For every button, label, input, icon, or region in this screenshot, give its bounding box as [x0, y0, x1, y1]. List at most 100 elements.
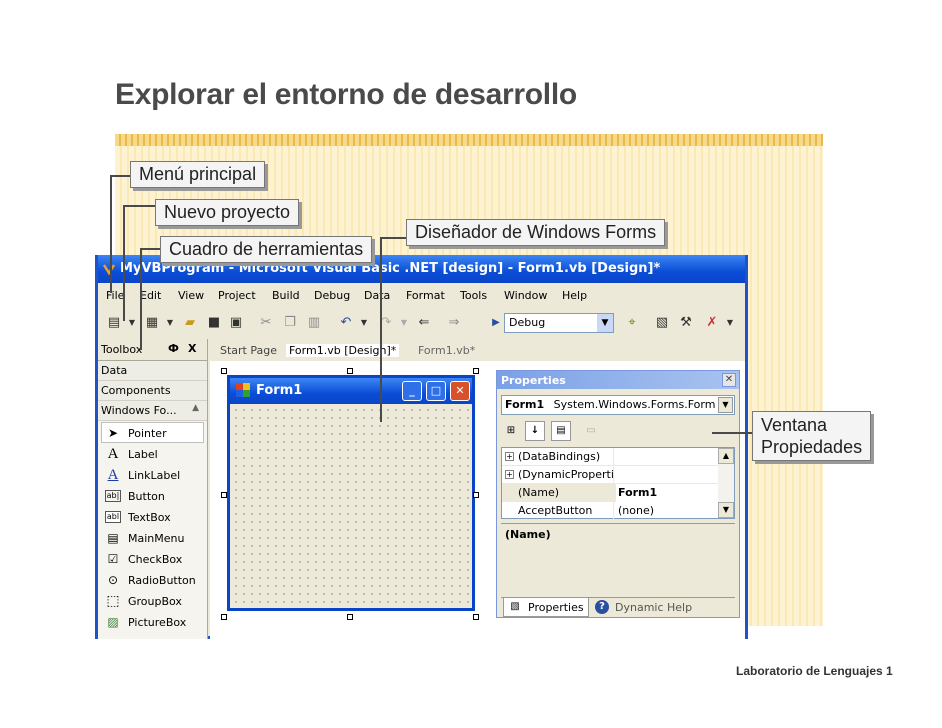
mainmenu-icon: ▤ [107, 531, 119, 545]
close-icon[interactable]: ✕ [722, 373, 736, 387]
toolbox-item-label[interactable]: A Label [98, 444, 207, 465]
item-label: LinkLabel [128, 469, 181, 482]
property-grid-scrollbar[interactable]: ▲ ▼ [718, 448, 734, 518]
toolbox-item-button[interactable]: ab| Button [98, 486, 207, 507]
callout-properties-window: Ventana Propiedades [752, 411, 872, 461]
toolbox-item-radiobutton[interactable]: ⊙ RadioButton [98, 570, 207, 591]
menu-view[interactable]: View [178, 289, 204, 302]
object-selector[interactable]: Form1 System.Windows.Forms.Form ▼ [501, 395, 735, 415]
cut-icon[interactable]: ✂ [258, 315, 274, 331]
toolbox-category-data[interactable]: Data [98, 361, 207, 381]
save-all-icon[interactable]: ▣ [228, 315, 244, 331]
navigate-forward-icon[interactable]: ⇒ [446, 315, 462, 331]
item-label: MainMenu [128, 532, 185, 545]
solution-explorer-icon[interactable]: ▧ [654, 315, 670, 331]
tab-start-page[interactable]: Start Page [220, 344, 277, 357]
toolbar-options-dropdown-icon[interactable]: ▼ [722, 315, 738, 331]
toolbox-window-icon[interactable]: ✗ [704, 315, 720, 331]
form-design-surface[interactable] [230, 404, 472, 608]
property-value[interactable]: (none) [616, 502, 718, 520]
save-icon[interactable]: ■ [206, 315, 222, 331]
menu-build[interactable]: Build [272, 289, 300, 302]
menu-edit[interactable]: Edit [140, 289, 161, 302]
alphabetical-icon[interactable]: ↓ [525, 421, 545, 441]
property-row[interactable]: (Name) Form1 [502, 484, 718, 502]
maximize-icon[interactable]: □ [426, 381, 446, 401]
menu-data[interactable]: Data [364, 289, 390, 302]
property-row[interactable]: AcceptButton (none) [502, 502, 718, 520]
menu-help[interactable]: Help [562, 289, 587, 302]
toolbox-item-linklabel[interactable]: A LinkLabel [98, 465, 207, 486]
menu-file[interactable]: File [106, 289, 124, 302]
close-icon[interactable]: ✕ [450, 381, 470, 401]
property-row[interactable]: + (DynamicPropertie [502, 466, 718, 484]
paste-icon[interactable]: ▥ [306, 315, 322, 331]
add-item-icon[interactable]: ▦ [144, 315, 160, 331]
properties-window-icon[interactable]: ⚒ [678, 315, 694, 331]
resize-handle-n[interactable] [347, 368, 353, 374]
toolbox-callout-line [140, 248, 160, 250]
resize-handle-w[interactable] [221, 492, 227, 498]
copy-icon[interactable]: ❐ [282, 315, 298, 331]
new-project-callout-line [123, 205, 155, 207]
toolbox-item-picturebox[interactable]: ▨ PictureBox [98, 612, 207, 633]
menu-debug[interactable]: Debug [314, 289, 350, 302]
tab-form1-design[interactable]: Form1.vb [Design]* [286, 344, 400, 357]
toolbox-item-mainmenu[interactable]: ▤ MainMenu [98, 528, 207, 549]
new-project-icon[interactable]: ▤ [106, 315, 122, 331]
undo-icon[interactable]: ↶ [338, 315, 354, 331]
add-item-dropdown-icon[interactable]: ▼ [162, 315, 178, 331]
help-icon: ? [595, 600, 609, 614]
open-folder-icon[interactable]: ▰ [182, 315, 198, 331]
toolbox-item-checkbox[interactable]: ☑ CheckBox [98, 549, 207, 570]
undo-dropdown-icon[interactable]: ▼ [356, 315, 372, 331]
solution-configuration-select[interactable]: Debug ▼ [504, 313, 614, 333]
pin-icon[interactable]: Ф [168, 342, 179, 355]
toolbox-item-groupbox[interactable]: ⬚ GroupBox [98, 591, 207, 612]
callout-main-menu: Menú principal [130, 161, 266, 188]
scroll-up-icon[interactable]: ▲ [192, 403, 199, 413]
resize-handle-sw[interactable] [221, 614, 227, 620]
navigate-back-icon[interactable]: ⇐ [416, 315, 432, 331]
toolbox-item-pointer[interactable]: ➤ Pointer [101, 422, 204, 443]
properties-view-icon[interactable]: ▤ [551, 421, 571, 441]
property-pages-icon[interactable]: ▭ [581, 421, 601, 441]
resize-handle-s[interactable] [347, 614, 353, 620]
minimize-icon[interactable]: _ [402, 381, 422, 401]
scroll-down-icon[interactable]: ▼ [718, 502, 734, 518]
toolbox-category-components[interactable]: Components [98, 381, 207, 401]
title-decoration-bar [115, 134, 823, 146]
close-icon[interactable]: X [188, 342, 196, 355]
find-in-files-icon[interactable]: ⌖ [624, 315, 640, 331]
toolbox-title: Toolbox [101, 343, 143, 356]
property-value[interactable] [616, 466, 718, 484]
property-value[interactable] [616, 448, 718, 466]
new-project-dropdown-icon[interactable]: ▼ [124, 315, 140, 331]
start-icon[interactable]: ▶ [488, 315, 504, 331]
tab-properties[interactable]: ▧ Properties [503, 598, 589, 617]
resize-handle-nw[interactable] [221, 368, 227, 374]
form1-window[interactable]: Form1 _ □ ✕ [227, 375, 475, 611]
menu-window[interactable]: Window [504, 289, 547, 302]
resize-handle-e[interactable] [473, 492, 479, 498]
redo-dropdown-icon[interactable]: ▼ [396, 315, 412, 331]
tab-form1-code[interactable]: Form1.vb* [418, 344, 475, 357]
pointer-icon: ➤ [107, 426, 119, 440]
radiobutton-icon: ⊙ [107, 573, 119, 587]
designer-callout-line [380, 237, 406, 239]
resize-handle-se[interactable] [473, 614, 479, 620]
menu-project[interactable]: Project [218, 289, 256, 302]
scroll-up-icon[interactable]: ▲ [718, 448, 734, 464]
toolbox-item-textbox[interactable]: abl TextBox [98, 507, 207, 528]
categorized-icon[interactable]: ⊞ [501, 421, 521, 441]
resize-handle-ne[interactable] [473, 368, 479, 374]
toolbox-category-windows-forms[interactable]: Windows Fo... ▲ [98, 401, 207, 421]
form1-title-bar[interactable]: Form1 _ □ ✕ [230, 378, 472, 404]
properties-title-bar[interactable]: Properties ✕ [497, 371, 739, 389]
property-row[interactable]: + (DataBindings) [502, 448, 718, 466]
property-value[interactable]: Form1 [616, 484, 718, 502]
menu-format[interactable]: Format [406, 289, 445, 302]
tab-dynamic-help[interactable]: ? Dynamic Help [591, 598, 696, 617]
menu-tools[interactable]: Tools [460, 289, 487, 302]
callout-properties-line1: Ventana [761, 415, 828, 435]
